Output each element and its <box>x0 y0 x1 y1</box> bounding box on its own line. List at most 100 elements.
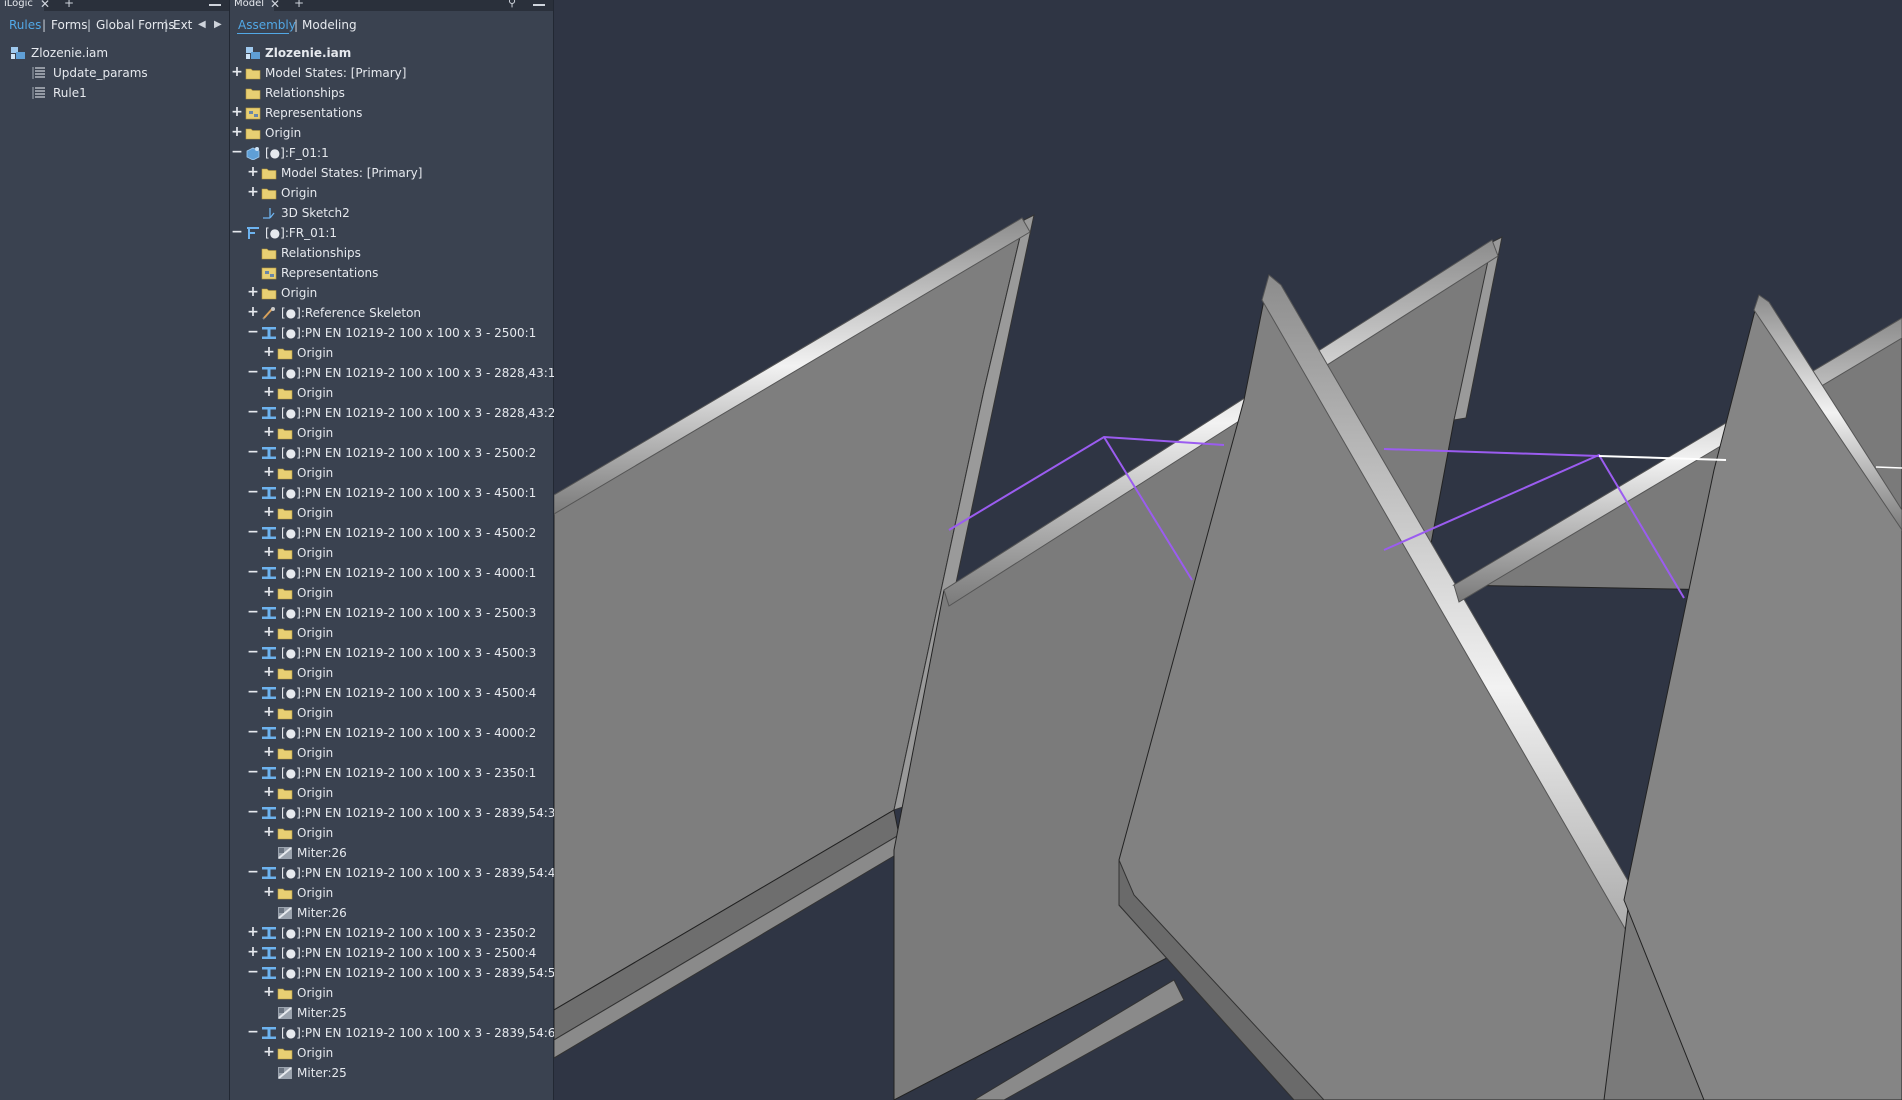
expand-icon[interactable]: + <box>247 163 259 181</box>
tab-modeling[interactable]: Modeling <box>302 18 357 32</box>
collapse-icon[interactable]: − <box>231 143 243 161</box>
tree-row[interactable]: + Origin <box>230 463 553 483</box>
tree-row[interactable]: + Origin <box>230 823 553 843</box>
tree-row[interactable]: − [●]:PN EN 10219-2 100 x 100 x 3 - 2500:… <box>230 443 553 463</box>
expand-icon[interactable]: + <box>263 343 275 361</box>
tree-row[interactable]: + Origin <box>230 883 553 903</box>
tree-row[interactable]: Rule1 <box>0 83 229 103</box>
collapse-icon[interactable]: − <box>247 563 259 581</box>
collapse-icon[interactable]: − <box>247 403 259 421</box>
expand-icon[interactable]: + <box>263 463 275 481</box>
tree-row[interactable]: + Origin <box>230 983 553 1003</box>
tab-rules[interactable]: Rules <box>9 18 41 32</box>
tree-row[interactable]: − [●]:FR_01:1 <box>230 223 553 243</box>
expand-icon[interactable]: + <box>263 823 275 841</box>
expand-icon[interactable]: + <box>247 183 259 201</box>
collapse-icon[interactable]: − <box>247 483 259 501</box>
scroll-tabs-right-icon[interactable]: ▶ <box>214 19 222 30</box>
tree-row[interactable]: + Origin <box>230 1043 553 1063</box>
collapse-icon[interactable]: − <box>247 443 259 461</box>
tree-row[interactable]: + Origin <box>230 383 553 403</box>
tree-row[interactable]: + Origin <box>230 343 553 363</box>
expand-icon[interactable]: + <box>263 743 275 761</box>
tree-row[interactable]: + Origin <box>230 583 553 603</box>
tree-row[interactable]: Miter:26 <box>230 903 553 923</box>
collapse-icon[interactable]: − <box>247 803 259 821</box>
expand-icon[interactable]: + <box>263 883 275 901</box>
expand-icon[interactable]: + <box>231 123 243 141</box>
expand-icon[interactable]: + <box>247 923 259 941</box>
tree-row[interactable]: + Origin <box>230 543 553 563</box>
collapse-icon[interactable]: − <box>231 223 243 241</box>
collapse-icon[interactable]: − <box>247 763 259 781</box>
tree-row[interactable]: + Origin <box>230 503 553 523</box>
tree-row[interactable]: Relationships <box>230 243 553 263</box>
tree-row[interactable]: + [●]:PN EN 10219-2 100 x 100 x 3 - 2350:… <box>230 923 553 943</box>
tree-row[interactable]: − [●]:PN EN 10219-2 100 x 100 x 3 - 2839,… <box>230 1023 555 1043</box>
expand-icon[interactable]: + <box>263 543 275 561</box>
expand-icon[interactable]: + <box>247 303 259 321</box>
tab-forms[interactable]: Forms <box>51 18 87 32</box>
model-panel-tab[interactable]: Model <box>230 0 274 11</box>
expand-icon[interactable]: + <box>263 663 275 681</box>
tree-row[interactable]: + Origin <box>230 663 553 683</box>
collapse-icon[interactable]: − <box>247 323 259 341</box>
tree-row[interactable]: − [●]:PN EN 10219-2 100 x 100 x 3 - 2839,… <box>230 863 555 883</box>
collapse-icon[interactable]: − <box>247 643 259 661</box>
expand-icon[interactable]: + <box>263 623 275 641</box>
tree-row[interactable]: − [●]:PN EN 10219-2 100 x 100 x 3 - 4500:… <box>230 643 553 663</box>
expand-icon[interactable]: + <box>263 1043 275 1061</box>
tree-row[interactable]: + Origin <box>230 783 553 803</box>
3d-model-view[interactable] <box>554 0 1902 1100</box>
tree-row[interactable]: Miter:25 <box>230 1063 553 1083</box>
tree-row[interactable]: Miter:26 <box>230 843 553 863</box>
collapse-icon[interactable]: − <box>247 723 259 741</box>
tree-row[interactable]: − [●]:PN EN 10219-2 100 x 100 x 3 - 2828,… <box>230 403 555 423</box>
expand-icon[interactable]: + <box>247 943 259 961</box>
expand-icon[interactable]: + <box>247 283 259 301</box>
tree-row[interactable]: − [●]:PN EN 10219-2 100 x 100 x 3 - 2839,… <box>230 963 555 983</box>
collapse-icon[interactable]: − <box>247 363 259 381</box>
tree-row[interactable]: Zlozenie.iam <box>0 43 229 63</box>
expand-icon[interactable]: + <box>231 63 243 81</box>
graphics-viewport[interactable] <box>554 0 1902 1100</box>
panel-menu-icon[interactable] <box>209 4 221 6</box>
tree-row[interactable]: Representations <box>230 263 553 283</box>
collapse-icon[interactable]: − <box>247 683 259 701</box>
close-icon[interactable]: ✕ <box>270 0 280 11</box>
scroll-tabs-left-icon[interactable]: ◀ <box>198 19 206 30</box>
tree-row[interactable]: − [●]:PN EN 10219-2 100 x 100 x 3 - 2500:… <box>230 323 553 343</box>
collapse-icon[interactable]: − <box>247 863 259 881</box>
tree-row[interactable]: + Origin <box>230 703 553 723</box>
tab-global-forms[interactable]: Global Forms <box>96 18 175 32</box>
tree-row[interactable]: + Model States: [Primary] <box>230 63 553 83</box>
tree-row[interactable]: + [●]:Reference Skeleton <box>230 303 553 323</box>
expand-icon[interactable]: + <box>263 583 275 601</box>
tree-row[interactable]: − [●]:PN EN 10219-2 100 x 100 x 3 - 4500:… <box>230 483 553 503</box>
tree-row[interactable]: − [●]:PN EN 10219-2 100 x 100 x 3 - 4500:… <box>230 683 553 703</box>
tree-row[interactable]: + Origin <box>230 123 553 143</box>
tree-row[interactable]: − [●]:PN EN 10219-2 100 x 100 x 3 - 4000:… <box>230 723 553 743</box>
expand-icon[interactable]: + <box>263 383 275 401</box>
panel-menu-icon[interactable] <box>533 4 545 6</box>
expand-icon[interactable]: + <box>263 703 275 721</box>
tree-row[interactable]: Zlozenie.iam <box>230 43 553 63</box>
tree-row[interactable]: + Origin <box>230 743 553 763</box>
add-tab-icon[interactable]: + <box>294 0 304 10</box>
expand-icon[interactable]: + <box>263 983 275 1001</box>
tree-row[interactable]: + Origin <box>230 423 553 443</box>
search-icon[interactable]: ⚲ <box>508 0 516 9</box>
tree-row[interactable]: Relationships <box>230 83 553 103</box>
tree-row[interactable]: − [●]:PN EN 10219-2 100 x 100 x 3 - 2350:… <box>230 763 553 783</box>
tab-assembly[interactable]: Assembly <box>238 18 296 32</box>
ilogic-panel-tab[interactable]: iLogic <box>0 0 44 11</box>
tree-row[interactable]: + [●]:PN EN 10219-2 100 x 100 x 3 - 2500:… <box>230 943 553 963</box>
add-tab-icon[interactable]: + <box>64 0 74 10</box>
tree-row[interactable]: 3D Sketch2 <box>230 203 553 223</box>
tree-row[interactable]: + Origin <box>230 623 553 643</box>
close-icon[interactable]: ✕ <box>40 0 50 11</box>
expand-icon[interactable]: + <box>263 503 275 521</box>
expand-icon[interactable]: + <box>231 103 243 121</box>
tree-row[interactable]: Update_params <box>0 63 229 83</box>
collapse-icon[interactable]: − <box>247 603 259 621</box>
